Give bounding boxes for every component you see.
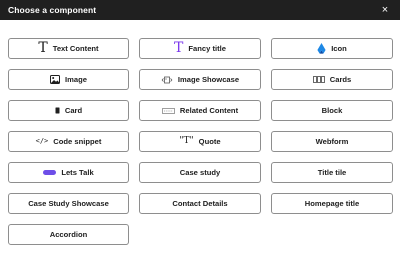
component-grid: T Text Content T Fancy title Icon Image bbox=[8, 38, 394, 245]
component-button-title-tile[interactable]: Title tile bbox=[271, 162, 393, 183]
component-button-card[interactable]: Card bbox=[8, 100, 129, 121]
dialog-title: Choose a component bbox=[8, 5, 97, 15]
component-label: Image bbox=[65, 75, 87, 84]
component-label: Title tile bbox=[317, 168, 347, 177]
component-label: Quote bbox=[198, 137, 221, 146]
quote-icon: "T" bbox=[179, 136, 194, 146]
component-label: Card bbox=[64, 106, 83, 115]
image-icon bbox=[50, 75, 61, 84]
component-label: Case study bbox=[179, 168, 221, 177]
component-button-icon[interactable]: Icon bbox=[271, 38, 393, 59]
component-label: Case Study Showcase bbox=[28, 199, 109, 208]
component-label: Code snippet bbox=[53, 137, 102, 146]
serif-t-icon: T bbox=[38, 40, 48, 56]
serif-t-purple-icon: T bbox=[174, 40, 184, 56]
component-button-text-content[interactable]: T Text Content bbox=[8, 38, 129, 59]
component-button-fancy-title[interactable]: T Fancy title bbox=[139, 38, 261, 59]
component-button-lets-talk[interactable]: Lets Talk bbox=[8, 162, 129, 183]
component-label: Lets Talk bbox=[61, 168, 94, 177]
close-icon[interactable]: × bbox=[379, 4, 391, 16]
component-button-code-snippet[interactable]: </> Code snippet bbox=[8, 131, 129, 152]
component-button-homepage-title[interactable]: Homepage title bbox=[271, 193, 393, 214]
component-button-accordion[interactable]: Accordion bbox=[8, 224, 129, 245]
image-showcase-icon bbox=[161, 76, 173, 84]
component-label: Contact Details bbox=[172, 199, 228, 208]
component-button-contact-details[interactable]: Contact Details bbox=[139, 193, 261, 214]
component-label: Icon bbox=[331, 44, 347, 53]
related-content-icon bbox=[162, 107, 175, 114]
component-label: Image Showcase bbox=[177, 75, 240, 84]
component-label: Cards bbox=[329, 75, 352, 84]
component-button-image-showcase[interactable]: Image Showcase bbox=[139, 69, 261, 90]
purple-pill-icon bbox=[43, 170, 57, 175]
component-button-case-study-showcase[interactable]: Case Study Showcase bbox=[8, 193, 129, 214]
component-label: Block bbox=[321, 106, 343, 115]
component-label: Accordion bbox=[49, 230, 88, 239]
component-label: Homepage title bbox=[304, 199, 360, 208]
component-button-case-study[interactable]: Case study bbox=[139, 162, 261, 183]
component-label: Text Content bbox=[52, 44, 99, 53]
dialog-titlebar: Choose a component × bbox=[0, 0, 400, 20]
cards-icon bbox=[312, 76, 325, 83]
component-button-block[interactable]: Block bbox=[271, 100, 393, 121]
component-button-cards[interactable]: Cards bbox=[271, 69, 393, 90]
component-button-webform[interactable]: Webform bbox=[271, 131, 393, 152]
component-button-quote[interactable]: "T" Quote bbox=[139, 131, 261, 152]
component-button-image[interactable]: Image bbox=[8, 69, 129, 90]
code-icon: </> bbox=[35, 137, 49, 145]
component-label: Webform bbox=[315, 137, 349, 146]
component-label: Related Content bbox=[179, 106, 239, 115]
component-button-related-content[interactable]: Related Content bbox=[139, 100, 261, 121]
component-label: Fancy title bbox=[188, 44, 226, 53]
blue-logo-icon bbox=[317, 43, 326, 54]
card-icon bbox=[55, 107, 60, 114]
